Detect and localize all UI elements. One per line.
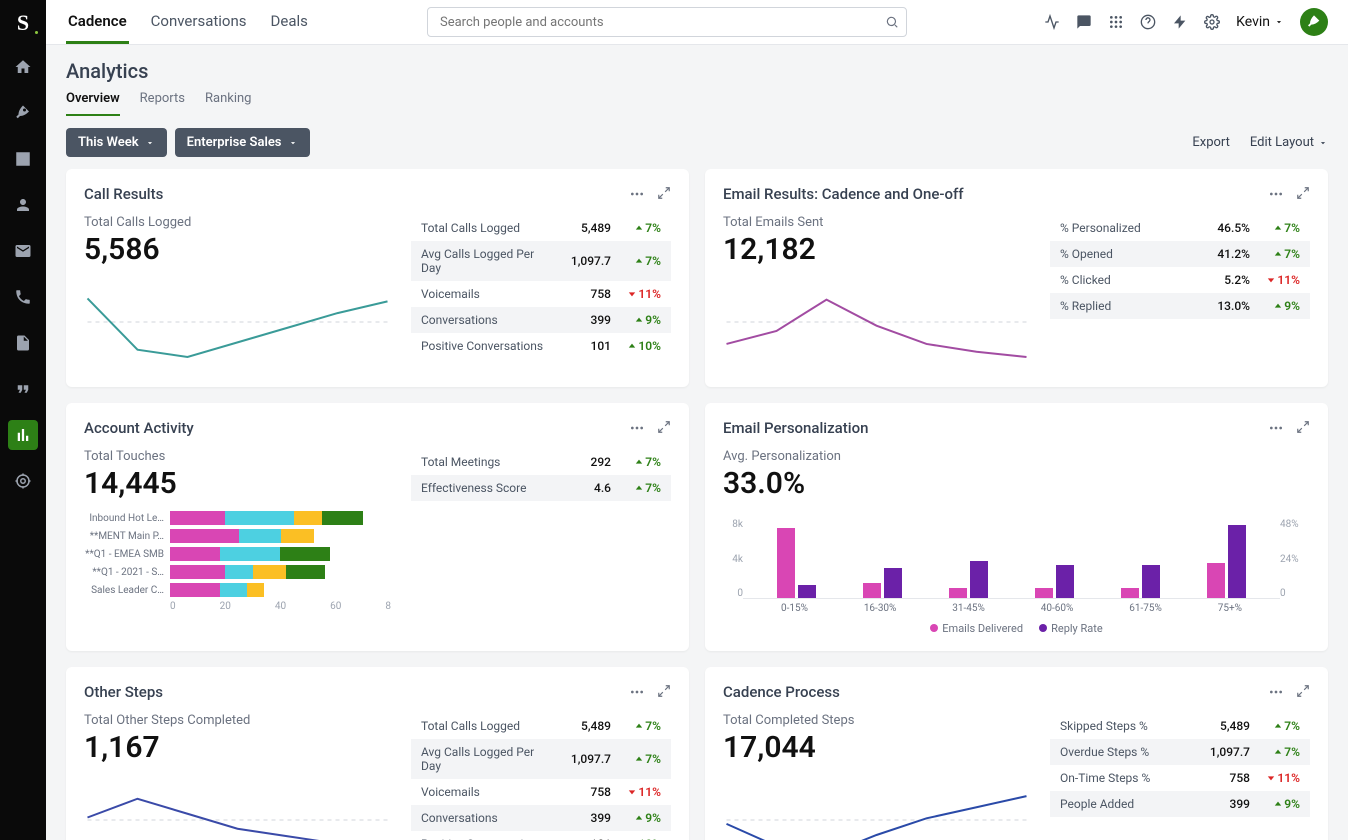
stat-row: % Personalized 46.5% 7% — [1050, 215, 1310, 241]
target-icon[interactable] — [8, 466, 38, 496]
hbar-row: **Q1 - EMEA SMB — [84, 547, 391, 561]
stat-row: Voicemails 758 11% — [411, 281, 671, 307]
stat-row: Avg Calls Logged Per Day 1,097.7 7% — [411, 241, 671, 281]
stat-row: On-Time Steps % 758 11% — [1050, 765, 1310, 791]
stat-row: Total Calls Logged 5,489 7% — [411, 215, 671, 241]
card-title: Email Results: Cadence and One-off — [723, 185, 964, 203]
dual-bar-chart: 8k4k0 0-15%16-30%31-45%40-60%61-75%75+% … — [723, 519, 1310, 635]
card-email-results: Email Results: Cadence and One-off Total… — [705, 169, 1328, 387]
stat-row: % Opened 41.2% 7% — [1050, 241, 1310, 267]
stat-row: Total Calls Logged 5,489 7% — [411, 713, 671, 739]
expand-icon[interactable] — [657, 684, 671, 700]
sparkline — [84, 775, 391, 840]
filter-team[interactable]: Enterprise Sales — [175, 128, 310, 157]
page-title: Analytics — [66, 59, 1328, 83]
rocket-icon[interactable] — [8, 98, 38, 128]
building-icon[interactable] — [8, 144, 38, 174]
stat-row: Overdue Steps % 1,097.7 7% — [1050, 739, 1310, 765]
stat-row: Conversations 399 9% — [411, 805, 671, 831]
card-email-personalization: Email Personalization Avg. Personalizati… — [705, 403, 1328, 651]
hbar-row: Sales Leader C… — [84, 583, 391, 597]
expand-icon[interactable] — [657, 420, 671, 436]
person-icon[interactable] — [8, 190, 38, 220]
stat-row: Conversations 399 9% — [411, 307, 671, 333]
card-title: Account Activity — [84, 419, 194, 437]
tab-overview[interactable]: Overview — [66, 91, 120, 116]
home-icon[interactable] — [8, 52, 38, 82]
sparkline — [723, 775, 1030, 840]
hbar-row: **Q1 - 2021 - S… — [84, 565, 391, 579]
sidebar-nav: S — [0, 0, 46, 840]
gear-icon[interactable] — [1204, 14, 1220, 30]
stat-row: Total Meetings 292 7% — [411, 449, 671, 475]
filter-time[interactable]: This Week — [66, 128, 167, 157]
more-icon[interactable] — [629, 420, 645, 436]
stat-row: Effectiveness Score 4.6 7% — [411, 475, 671, 501]
export-button[interactable]: Export — [1192, 135, 1230, 150]
more-icon[interactable] — [1268, 684, 1284, 700]
stat-row: % Clicked 5.2% 11% — [1050, 267, 1310, 293]
apps-icon[interactable] — [1108, 14, 1124, 30]
stat-row: Positive Conversations 101 10% — [411, 831, 671, 840]
expand-icon[interactable] — [1296, 684, 1310, 700]
more-icon[interactable] — [1268, 420, 1284, 436]
more-icon[interactable] — [1268, 186, 1284, 202]
quote-icon[interactable] — [8, 374, 38, 404]
card-title: Call Results — [84, 185, 163, 203]
help-icon[interactable] — [1140, 14, 1156, 30]
search-input[interactable] — [427, 7, 907, 37]
search-icon[interactable] — [885, 14, 899, 33]
expand-icon[interactable] — [1296, 420, 1310, 436]
hbar-row: Inbound Hot Le… — [84, 511, 391, 525]
user-menu[interactable]: Kevin — [1236, 14, 1284, 30]
expand-icon[interactable] — [657, 186, 671, 202]
bolt-icon[interactable] — [1172, 14, 1188, 30]
nav-cadence[interactable]: Cadence — [66, 0, 129, 44]
tab-ranking[interactable]: Ranking — [205, 91, 252, 116]
nav-deals[interactable]: Deals — [269, 0, 310, 44]
card-title: Email Personalization — [723, 419, 868, 437]
more-icon[interactable] — [629, 186, 645, 202]
avatar[interactable] — [1300, 8, 1328, 36]
stat-row: Voicemails 758 11% — [411, 779, 671, 805]
card-title: Other Steps — [84, 683, 163, 701]
sparkline — [84, 277, 391, 367]
expand-icon[interactable] — [1296, 186, 1310, 202]
stat-row: Avg Calls Logged Per Day 1,097.7 7% — [411, 739, 671, 779]
stat-row: % Replied 13.0% 9% — [1050, 293, 1310, 319]
mail-icon[interactable] — [8, 236, 38, 266]
stat-row: Positive Conversations 101 10% — [411, 333, 671, 359]
analytics-icon[interactable] — [8, 420, 38, 450]
document-icon[interactable] — [8, 328, 38, 358]
phone-icon[interactable] — [8, 282, 38, 312]
card-other-steps: Other Steps Total Other Steps Completed1… — [66, 667, 689, 840]
card-account-activity: Account Activity Total Touches14,445Inbo… — [66, 403, 689, 651]
hbar-row: **MENT Main P… — [84, 529, 391, 543]
more-icon[interactable] — [629, 684, 645, 700]
card-call-results: Call Results Total Calls Logged5,586 Tot… — [66, 169, 689, 387]
nav-conversations[interactable]: Conversations — [149, 0, 249, 44]
activity-icon[interactable] — [1044, 14, 1060, 30]
top-bar: Cadence Conversations Deals Kevin — [46, 0, 1348, 45]
stat-row: People Added 399 9% — [1050, 791, 1310, 817]
card-title: Cadence Process — [723, 683, 840, 701]
stat-row: Skipped Steps % 5,489 7% — [1050, 713, 1310, 739]
chat-icon[interactable] — [1076, 14, 1092, 30]
edit-layout-button[interactable]: Edit Layout — [1250, 135, 1328, 150]
tab-reports[interactable]: Reports — [140, 91, 185, 116]
sparkline — [723, 277, 1030, 367]
card-cadence-process: Cadence Process Total Completed Steps17,… — [705, 667, 1328, 840]
brand-logo: S — [10, 10, 36, 36]
